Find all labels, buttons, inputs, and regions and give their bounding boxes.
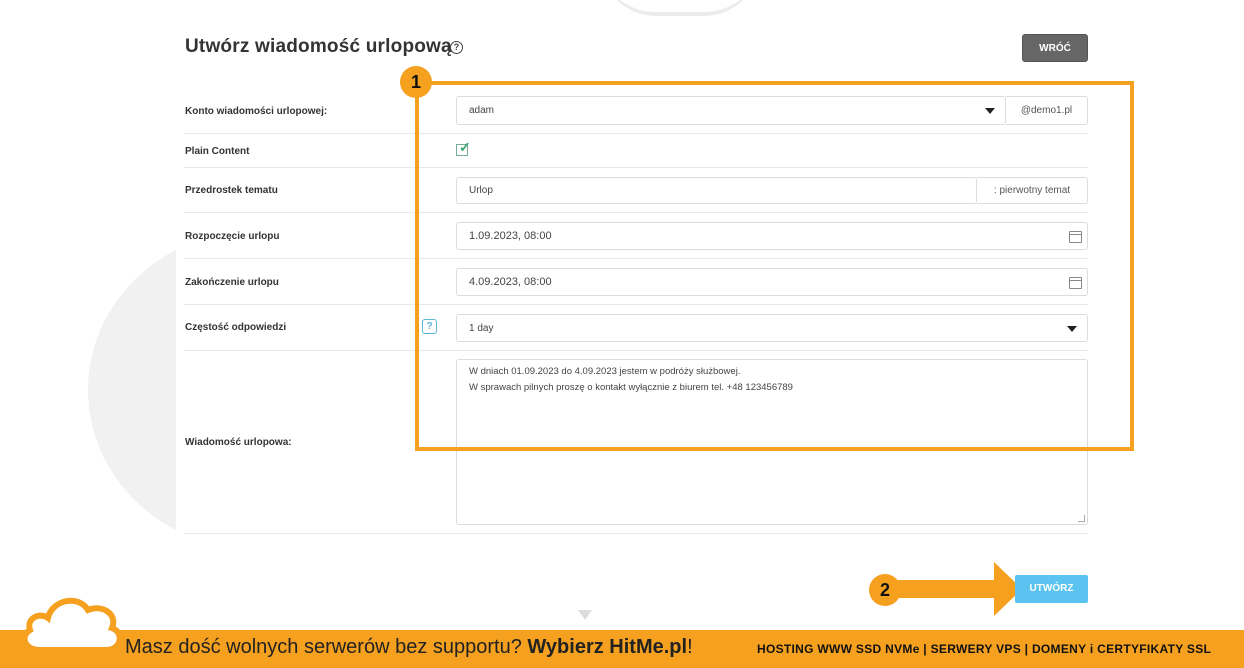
scroll-down-icon xyxy=(578,610,592,620)
arrow-shaft xyxy=(898,580,998,598)
help-icon[interactable]: ? xyxy=(450,41,463,54)
resize-handle[interactable] xyxy=(1078,515,1085,522)
frequency-label: Częstość odpowiedzi xyxy=(185,322,287,333)
banner-text: Masz dość wolnych serwerów bez supportu? xyxy=(125,636,528,658)
banner-brand: Wybierz HitMe.pl xyxy=(527,636,688,658)
start-label: Rozpoczęcie urlopu xyxy=(185,231,280,242)
create-button[interactable]: UTWÓRZ xyxy=(1015,575,1088,603)
subject-prefix-label: Przedrostek tematu xyxy=(185,185,278,196)
background-arc xyxy=(600,0,760,16)
cloud-logo-icon xyxy=(21,597,123,653)
plain-content-label: Plain Content xyxy=(185,146,250,157)
end-label: Zakończenie urlopu xyxy=(185,277,279,288)
step-badge-2: 2 xyxy=(869,574,901,606)
highlight-box xyxy=(415,81,1134,451)
banner-text-suffix: ! xyxy=(687,636,693,658)
row-divider xyxy=(184,533,1088,534)
page-title: Utwórz wiadomość urlopową xyxy=(185,36,452,57)
step-badge-1: 1 xyxy=(400,66,432,98)
banner-services: HOSTING WWW SSD NVMe | SERWERY VPS | DOM… xyxy=(757,642,1212,656)
message-label: Wiadomość urlopowa: xyxy=(185,437,292,448)
account-label: Konto wiadomości urlopowej: xyxy=(185,106,328,117)
back-button[interactable]: WRÓĆ xyxy=(1022,34,1088,62)
banner-headline[interactable]: Masz dość wolnych serwerów bez supportu?… xyxy=(125,636,693,659)
